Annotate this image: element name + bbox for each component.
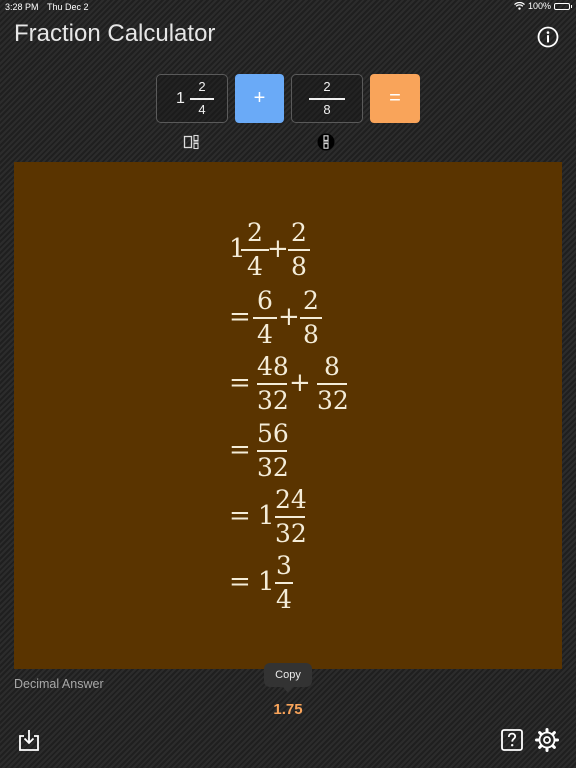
whole-number: 1 bbox=[258, 567, 275, 597]
denominator: 4 bbox=[247, 252, 263, 281]
mixed-number-icon[interactable] bbox=[183, 133, 201, 151]
first-whole: 1 bbox=[176, 90, 185, 107]
numerator: 2 bbox=[303, 286, 319, 315]
second-denominator: 8 bbox=[323, 102, 331, 117]
fraction-bar bbox=[288, 249, 310, 251]
fraction-bar bbox=[300, 317, 322, 319]
work-panel: 1 2 4 + 2 8 = 6 4 + 2 8 = 48 32 + 8 32 =… bbox=[14, 162, 562, 669]
fraction-bar bbox=[241, 249, 269, 251]
numerator: 48 bbox=[257, 352, 289, 381]
numerator: 6 bbox=[257, 286, 273, 315]
fraction-bar bbox=[275, 582, 293, 584]
whole-number: 1 bbox=[258, 501, 275, 531]
operator: + bbox=[267, 234, 289, 264]
fraction-bar bbox=[257, 383, 287, 385]
fraction-icon[interactable] bbox=[317, 133, 335, 151]
operator: + bbox=[289, 368, 311, 398]
equals-sign: = bbox=[229, 302, 251, 332]
fraction-bar bbox=[317, 383, 347, 385]
second-operand-input[interactable]: 2 8 bbox=[291, 74, 363, 123]
first-operand-input[interactable]: 1 2 4 bbox=[156, 74, 228, 123]
denominator: 32 bbox=[317, 386, 349, 415]
page-title: Fraction Calculator bbox=[14, 20, 216, 47]
second-numerator: 2 bbox=[323, 79, 331, 94]
numerator: 8 bbox=[324, 352, 340, 381]
info-icon[interactable] bbox=[537, 26, 559, 48]
denominator: 32 bbox=[257, 453, 289, 482]
first-denominator: 4 bbox=[198, 102, 206, 117]
operator-button[interactable]: + bbox=[235, 74, 284, 123]
numerator: 24 bbox=[275, 485, 307, 514]
fraction-bar bbox=[257, 450, 287, 452]
equals-sign: = bbox=[229, 567, 251, 597]
download-icon[interactable] bbox=[16, 727, 42, 753]
first-numerator: 2 bbox=[198, 79, 206, 94]
operator: + bbox=[278, 302, 300, 332]
fraction-bar bbox=[275, 516, 305, 518]
numerator: 3 bbox=[276, 551, 292, 580]
numerator: 56 bbox=[257, 419, 289, 448]
numerator: 2 bbox=[291, 218, 307, 247]
equals-button[interactable]: = bbox=[370, 74, 420, 123]
denominator: 32 bbox=[275, 519, 307, 548]
denominator: 4 bbox=[257, 320, 273, 349]
help-icon[interactable] bbox=[499, 727, 525, 753]
equals-sign: = bbox=[229, 368, 251, 398]
denominator: 8 bbox=[291, 252, 307, 281]
status-right: 100% bbox=[514, 1, 572, 11]
decimal-answer-label: Decimal Answer bbox=[14, 677, 104, 691]
denominator: 8 bbox=[303, 320, 319, 349]
second-fraction-bar bbox=[309, 98, 345, 100]
settings-icon[interactable] bbox=[534, 727, 560, 753]
denominator: 32 bbox=[257, 386, 289, 415]
numerator: 2 bbox=[247, 218, 263, 247]
battery-icon bbox=[554, 2, 572, 10]
status-bar: 3:28 PM Thu Dec 2 100% bbox=[0, 0, 576, 14]
decimal-answer-value[interactable]: 1.75 bbox=[238, 701, 338, 718]
equals-sign: = bbox=[229, 501, 251, 531]
copy-button[interactable]: Copy bbox=[264, 663, 312, 693]
equals-sign: = bbox=[229, 435, 251, 465]
wifi-icon bbox=[514, 2, 525, 10]
status-time: 3:28 PM bbox=[5, 2, 39, 12]
battery-percent: 100% bbox=[527, 1, 551, 11]
status-date: Thu Dec 2 bbox=[47, 2, 89, 12]
first-fraction-bar bbox=[190, 98, 214, 100]
denominator: 4 bbox=[276, 585, 292, 614]
fraction-bar bbox=[253, 317, 277, 319]
